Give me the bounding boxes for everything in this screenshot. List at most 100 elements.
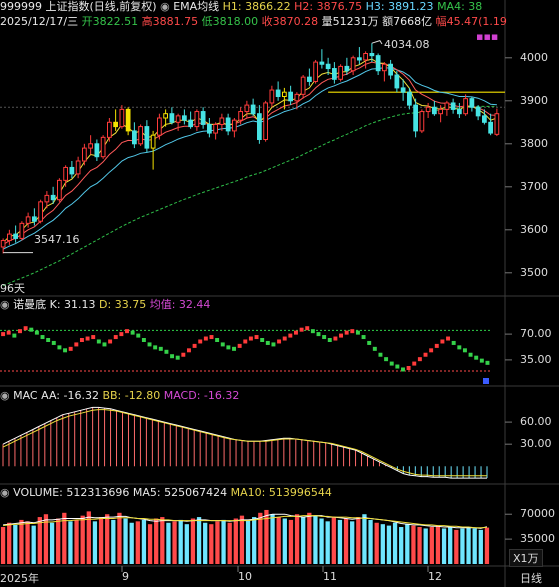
candle-body[interactable] [25, 216, 31, 224]
kd-tick-label: 35.00 [520, 352, 552, 366]
volume-bar [392, 522, 398, 564]
candle-body[interactable] [444, 102, 450, 110]
candle-body[interactable] [394, 74, 400, 89]
candle-body[interactable] [194, 111, 200, 128]
candle-body[interactable] [163, 113, 168, 119]
candle-body[interactable] [213, 123, 218, 134]
kd-name[interactable]: 诺曼底 [13, 298, 46, 311]
candle-body[interactable] [469, 98, 475, 108]
candle-body[interactable] [38, 201, 43, 222]
candle-body[interactable] [425, 106, 431, 113]
candle-body[interactable] [338, 65, 343, 80]
volume-bar [184, 524, 189, 564]
candle-body[interactable] [75, 160, 81, 175]
candle-body[interactable] [69, 166, 75, 175]
candle-body[interactable] [82, 147, 87, 162]
candle-body[interactable] [450, 102, 456, 110]
candle-body[interactable] [232, 119, 237, 132]
candle-body[interactable] [188, 119, 193, 128]
candle-body[interactable] [238, 111, 243, 121]
candle-body[interactable] [475, 106, 481, 117]
candle-body[interactable] [7, 233, 12, 242]
candle-body[interactable] [432, 106, 437, 115]
candle-body[interactable] [19, 222, 25, 239]
candle-body[interactable] [250, 104, 256, 115]
candle-body[interactable] [363, 53, 368, 61]
candle-body[interactable] [57, 179, 62, 201]
candle-body[interactable] [488, 121, 493, 134]
candle-body[interactable] [288, 91, 293, 102]
mac-name[interactable]: MAC [13, 389, 38, 402]
candle-body[interactable] [150, 134, 156, 149]
candle-body[interactable] [463, 98, 468, 115]
candle-body[interactable] [388, 63, 393, 76]
candle-body[interactable] [169, 113, 175, 123]
candle-body[interactable] [175, 115, 181, 123]
candle-body[interactable] [200, 111, 206, 125]
candle-body[interactable] [413, 104, 418, 132]
candle-body[interactable] [275, 89, 281, 98]
candle-body[interactable] [219, 117, 225, 125]
candle-body[interactable] [119, 108, 125, 128]
candle-body[interactable] [63, 166, 68, 181]
collapse-icon[interactable]: ◉ [0, 389, 13, 402]
kd-k-segment [209, 335, 214, 340]
collapse-icon[interactable]: ◉ [0, 298, 13, 311]
candle-body[interactable] [132, 130, 137, 145]
candle-body[interactable] [407, 91, 412, 106]
candle-body[interactable] [144, 126, 150, 149]
candle-body[interactable] [294, 93, 300, 102]
candle-body[interactable] [263, 102, 268, 140]
candle-body[interactable] [357, 57, 362, 61]
collapse-icon[interactable]: ◉ [0, 486, 13, 499]
candle-body[interactable] [107, 121, 112, 138]
volume-unit-button[interactable]: X1万 [509, 549, 543, 567]
candle-body[interactable] [300, 76, 306, 95]
candle-body[interactable] [319, 61, 325, 65]
kd-k-segment [153, 345, 158, 350]
candle-body[interactable] [0, 240, 6, 248]
candle-body[interactable] [344, 65, 350, 72]
candle-body[interactable] [282, 91, 287, 97]
volume-name[interactable]: VOLUME: [13, 486, 63, 499]
candle-body[interactable] [44, 194, 50, 203]
candle-body[interactable] [313, 61, 318, 82]
candle-body[interactable] [138, 126, 143, 145]
kd-k-segment [96, 339, 101, 344]
more-icon[interactable]: ▪▪▪ [476, 30, 498, 43]
candle-body[interactable] [113, 121, 118, 128]
dropdown-icon[interactable]: ◉ [160, 0, 173, 13]
candle-body[interactable] [257, 113, 262, 140]
candle-body[interactable] [269, 89, 275, 104]
candle-body[interactable] [88, 143, 93, 149]
kd-k-segment [462, 348, 467, 353]
candle-body[interactable] [207, 123, 212, 134]
candle-body[interactable] [375, 55, 381, 72]
candle-body[interactable] [100, 136, 106, 158]
candle-body[interactable] [307, 76, 312, 82]
candle-body[interactable] [244, 104, 250, 113]
candle-body[interactable] [457, 108, 462, 115]
indicator-name[interactable]: EMA均线 [173, 0, 219, 13]
candle-body[interactable] [369, 53, 375, 57]
candle-body[interactable] [125, 108, 131, 132]
candle-body[interactable] [182, 115, 187, 121]
candle-body[interactable] [325, 63, 331, 70]
candle-body[interactable] [438, 108, 443, 115]
candle-body[interactable] [350, 57, 356, 72]
candle-body[interactable] [382, 63, 387, 72]
candle-body[interactable] [419, 111, 425, 132]
kd-k-segment [23, 326, 28, 331]
candle-body[interactable] [494, 113, 500, 135]
candle-body[interactable] [157, 117, 162, 136]
period-label[interactable]: 日线 [520, 570, 542, 586]
candle-body[interactable] [13, 233, 18, 239]
candle-body[interactable] [482, 115, 487, 123]
candle-body[interactable] [400, 87, 406, 93]
candle-body[interactable] [32, 216, 37, 222]
candle-body[interactable] [94, 143, 100, 158]
candle-body[interactable] [225, 117, 231, 132]
candle-body[interactable] [332, 68, 337, 80]
candle-body[interactable] [50, 194, 56, 201]
kd-k-segment [271, 342, 276, 347]
